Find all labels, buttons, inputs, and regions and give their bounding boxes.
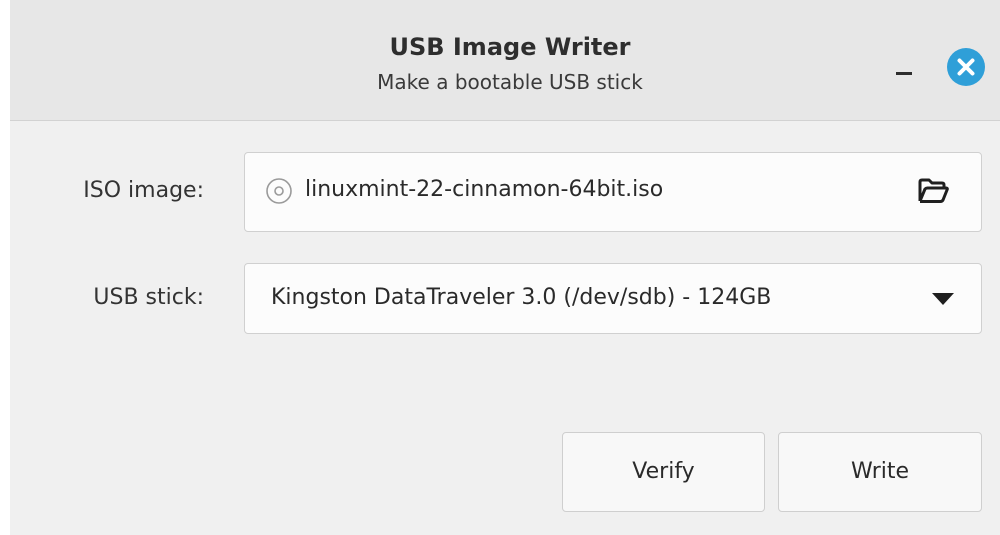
usb-image-writer-window: USB Image Writer Make a bootable USB sti…	[10, 0, 1000, 535]
minimize-button[interactable]	[890, 52, 918, 80]
iso-image-label: ISO image:	[83, 178, 204, 203]
dropdown-arrow-icon	[932, 293, 954, 305]
minimize-icon	[896, 72, 912, 75]
usb-stick-dropdown[interactable]: Kingston DataTraveler 3.0 (/dev/sdb) - 1…	[244, 263, 982, 334]
iso-file-name: linuxmint-22-cinnamon-64bit.iso	[305, 177, 664, 202]
disc-icon	[266, 178, 292, 204]
usb-stick-label: USB stick:	[93, 285, 204, 310]
close-button[interactable]	[947, 48, 985, 86]
iso-file-chooser[interactable]: linuxmint-22-cinnamon-64bit.iso	[244, 152, 982, 232]
window-title: USB Image Writer	[389, 33, 631, 61]
close-icon	[957, 58, 975, 76]
title-bar: USB Image Writer Make a bootable USB sti…	[10, 0, 1000, 121]
usb-stick-selected: Kingston DataTraveler 3.0 (/dev/sdb) - 1…	[271, 285, 772, 310]
folder-open-icon	[918, 178, 949, 203]
write-button[interactable]: Write	[778, 432, 982, 512]
window-subtitle: Make a bootable USB stick	[377, 70, 643, 94]
verify-button[interactable]: Verify	[562, 432, 765, 512]
